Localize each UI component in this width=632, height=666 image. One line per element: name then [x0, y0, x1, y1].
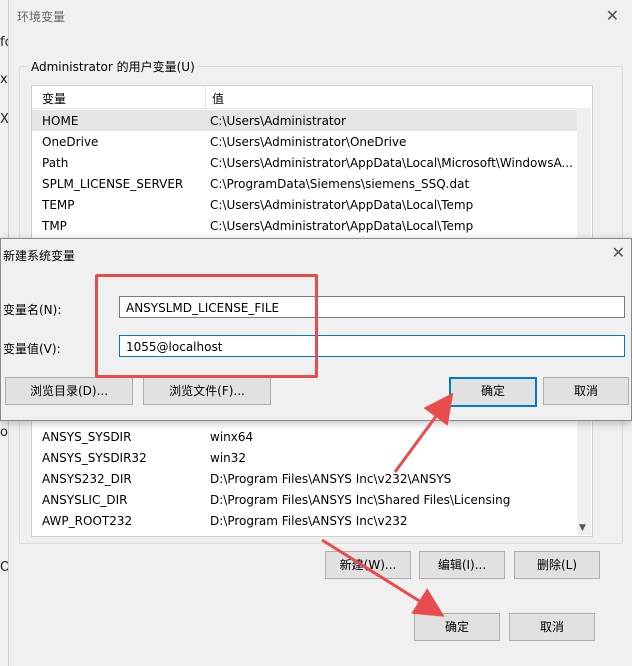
annotation-arrows	[321, 392, 454, 617]
arrow-to-ok	[393, 392, 454, 473]
arrow-to-ok	[321, 538, 445, 617]
